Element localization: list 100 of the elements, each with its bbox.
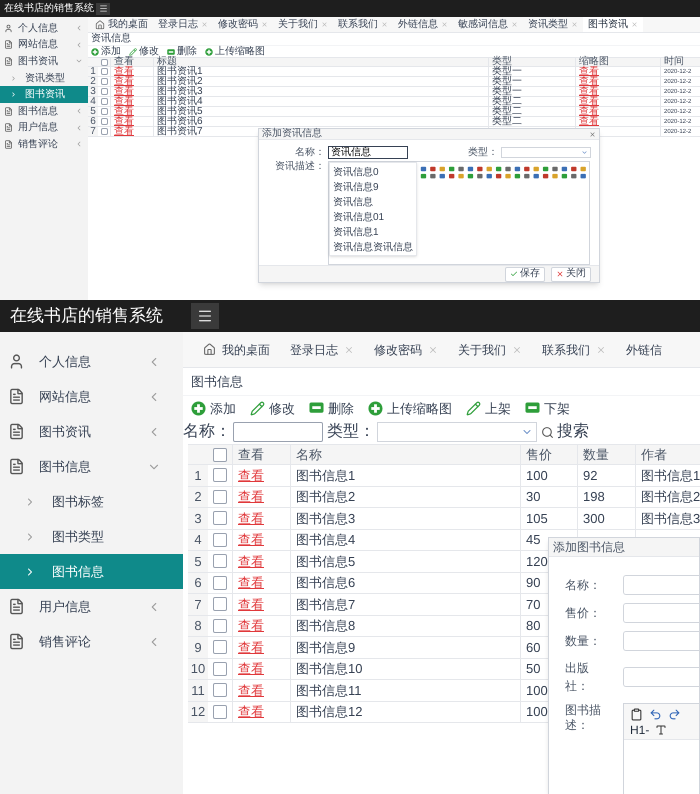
close-icon[interactable]: [344, 344, 354, 354]
view-link[interactable]: 查看: [238, 702, 264, 722]
text-field[interactable]: [623, 603, 699, 623]
sidebar-subitem[interactable]: 资讯类型: [0, 70, 88, 86]
sidebar-subitem[interactable]: 图书信息: [0, 554, 183, 589]
close-icon[interactable]: [441, 21, 448, 28]
checkbox[interactable]: [213, 554, 227, 568]
view-link[interactable]: 查看: [114, 76, 134, 86]
dialog-button[interactable]: 关闭: [551, 266, 591, 282]
tab[interactable]: 资讯类型: [523, 17, 583, 32]
sidebar-item[interactable]: 用户信息: [0, 120, 88, 136]
tab[interactable]: 登录日志: [153, 17, 213, 32]
dialog-button[interactable]: 保存: [505, 266, 545, 282]
checkbox[interactable]: [213, 597, 227, 612]
toolbar-button[interactable]: 删除: [309, 402, 354, 414]
autocomplete-option[interactable]: 资讯信息01: [333, 212, 416, 223]
toolbar-button[interactable]: 上架: [466, 400, 511, 416]
font-icon[interactable]: [655, 724, 668, 736]
toolbar-button[interactable]: 上传缩略图: [205, 46, 265, 56]
tab[interactable]: 敏感词信息: [453, 17, 523, 32]
view-link[interactable]: 查看: [114, 116, 134, 126]
view-link[interactable]: 查看: [579, 116, 599, 126]
text-field[interactable]: [623, 631, 699, 651]
checkbox[interactable]: [213, 532, 227, 547]
search-button[interactable]: 搜索: [541, 420, 589, 444]
checkbox[interactable]: [100, 108, 108, 115]
checkbox[interactable]: [100, 88, 108, 95]
sidebar-subitem[interactable]: 图书类型: [0, 519, 183, 554]
sidebar-subitem[interactable]: 图书资讯: [0, 86, 88, 103]
menu-button[interactable]: [191, 303, 219, 329]
tab[interactable]: 登录日志: [280, 332, 364, 367]
toolbar-button[interactable]: 上传缩略图: [368, 400, 452, 416]
sidebar-item[interactable]: 个人信息: [0, 344, 183, 379]
view-link[interactable]: 查看: [238, 594, 264, 614]
autocomplete-option[interactable]: 资讯信息0: [333, 167, 416, 178]
toolbar-button[interactable]: 添加: [191, 400, 236, 416]
view-link[interactable]: 查看: [579, 66, 599, 76]
view-link[interactable]: 查看: [579, 96, 599, 106]
toolbar-button[interactable]: 删除: [167, 46, 197, 56]
checkbox[interactable]: [100, 98, 108, 105]
checkbox[interactable]: [100, 78, 108, 85]
close-icon[interactable]: [589, 130, 596, 138]
close-icon[interactable]: [381, 21, 388, 28]
view-link[interactable]: 查看: [238, 638, 264, 657]
tab[interactable]: 修改密码: [364, 332, 448, 367]
sidebar-item[interactable]: 图书资讯: [0, 414, 183, 449]
sidebar-item[interactable]: 销售评论: [0, 136, 88, 153]
heading-menu[interactable]: H1-: [630, 724, 650, 736]
close-icon[interactable]: [321, 21, 328, 28]
tab[interactable]: 联系我们: [333, 17, 393, 32]
checkbox[interactable]: [213, 618, 227, 633]
view-link[interactable]: 查看: [238, 552, 264, 571]
select-field[interactable]: [501, 147, 591, 158]
checkbox[interactable]: [213, 448, 227, 462]
checkbox[interactable]: [213, 576, 227, 590]
close-icon[interactable]: [201, 21, 208, 28]
close-icon[interactable]: [261, 21, 268, 28]
autocomplete-option[interactable]: 资讯信息1: [333, 227, 416, 238]
tab[interactable]: 关于我们: [273, 17, 333, 32]
text-field[interactable]: [623, 667, 699, 687]
tab[interactable]: 我的桌面: [90, 17, 153, 32]
checkbox[interactable]: [213, 662, 227, 676]
sidebar-item[interactable]: 图书信息: [0, 102, 88, 120]
text-field[interactable]: [623, 575, 699, 595]
tab[interactable]: 关于我们: [448, 332, 532, 367]
sidebar-item[interactable]: 网站信息: [0, 36, 88, 54]
menu-button[interactable]: [96, 2, 110, 14]
view-link[interactable]: 查看: [238, 508, 264, 528]
view-link[interactable]: 查看: [579, 76, 599, 86]
checkbox[interactable]: [213, 511, 227, 526]
checkbox[interactable]: [213, 683, 227, 698]
redo-icon[interactable]: [668, 708, 681, 721]
view-link[interactable]: 查看: [114, 106, 134, 116]
text-field[interactable]: 资讯信息: [328, 146, 408, 159]
tab[interactable]: 联系我们: [532, 332, 616, 367]
view-link[interactable]: 查看: [238, 616, 264, 636]
view-link[interactable]: 查看: [114, 126, 134, 136]
undo-icon[interactable]: [649, 708, 662, 721]
view-link[interactable]: 查看: [238, 573, 264, 592]
view-link[interactable]: 查看: [579, 86, 599, 96]
checkbox[interactable]: [100, 128, 108, 135]
checkbox[interactable]: [100, 118, 108, 125]
sidebar-item[interactable]: 图书信息: [0, 449, 183, 484]
clipboard-icon[interactable]: [630, 708, 643, 721]
tab[interactable]: 外链信息: [393, 17, 453, 32]
tab[interactable]: 图书资讯: [583, 17, 643, 32]
view-link[interactable]: 查看: [114, 86, 134, 96]
checkbox[interactable]: [100, 58, 108, 66]
close-icon[interactable]: [512, 344, 522, 354]
toolbar-button[interactable]: 修改: [129, 46, 159, 56]
tab[interactable]: 我的桌面: [193, 332, 280, 367]
checkbox[interactable]: [100, 68, 108, 75]
sidebar-subitem[interactable]: 图书标签: [0, 484, 183, 519]
view-link[interactable]: 查看: [114, 96, 134, 106]
rich-text-editor[interactable]: 资讯信息0 资讯信息9 资讯信息 资讯信息01 资讯信息1 资讯信息资讯信息: [328, 161, 590, 265]
autocomplete-option[interactable]: 资讯信息: [333, 197, 416, 208]
sidebar-item[interactable]: 个人信息: [0, 20, 88, 37]
select-field[interactable]: [377, 422, 537, 442]
view-link[interactable]: 查看: [114, 66, 134, 76]
close-icon[interactable]: [571, 21, 578, 28]
